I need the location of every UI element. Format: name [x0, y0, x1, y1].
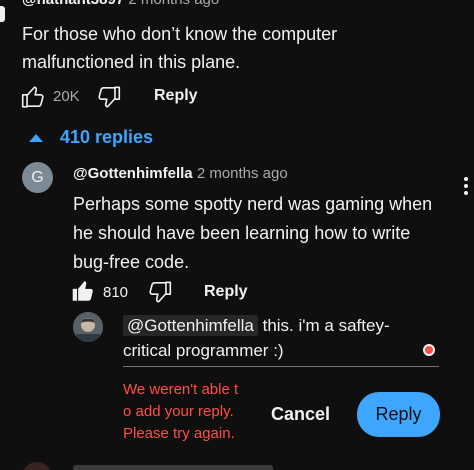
like-icon: [72, 281, 93, 301]
user-avatar-icon: [73, 312, 103, 342]
scroll-edge-marker: [0, 6, 5, 22]
avatar-letter: G: [31, 168, 44, 186]
reply-comment-time[interactable]: 2 months ago: [197, 165, 288, 182]
submit-reply-label: Reply: [375, 404, 422, 424]
reply-like-button[interactable]: [70, 278, 96, 304]
like-button[interactable]: [20, 84, 46, 110]
top-comment-reply-button[interactable]: Reply: [154, 87, 198, 105]
current-user-avatar: [73, 312, 103, 342]
replies-toggle[interactable]: 410 replies: [28, 127, 153, 148]
reply-comment-reply-button[interactable]: Reply: [204, 283, 248, 301]
reply-input-text-1: this. i'm a saftey-: [257, 316, 390, 335]
top-comment-author[interactable]: @hathant3897: [22, 0, 124, 8]
reply-comment-header: @Gottenhimfella 2 months ago: [73, 165, 288, 182]
next-comment-header: [73, 465, 273, 470]
top-comment-text: For those who don’t know the computer ma…: [22, 24, 338, 72]
reply-comment-text: Perhaps some spotty nerd was gaming when…: [73, 194, 433, 272]
top-comment-time[interactable]: 2 months ago: [128, 0, 219, 8]
top-comment-header: @hathant3897 2 months ago: [22, 0, 219, 8]
top-comment-like-count: 20K: [53, 88, 80, 105]
replies-count-label: 410 replies: [60, 127, 154, 147]
chevron-up-icon: [29, 133, 43, 142]
like-icon: [21, 86, 44, 108]
dislike-button[interactable]: [96, 84, 122, 110]
dislike-icon: [149, 281, 172, 303]
reply-comment-author[interactable]: @Gottenhimfella: [73, 165, 193, 182]
reply-dislike-button[interactable]: [147, 279, 173, 305]
cancel-button[interactable]: Cancel: [271, 404, 330, 425]
record-dot-icon: [423, 344, 435, 356]
reply-input[interactable]: @Gottenhimfella this. i'm a saftey- crit…: [123, 313, 433, 363]
submit-reply-button[interactable]: Reply: [357, 392, 440, 437]
reply-input-text-2: critical programmer :): [123, 341, 284, 360]
reply-error-message: We weren't able t o add your reply. Plea…: [123, 381, 239, 442]
mention-chip[interactable]: @Gottenhimfella: [123, 315, 258, 336]
reply-input-underline: [123, 366, 439, 367]
more-vert-icon[interactable]: [464, 177, 468, 198]
next-comment-avatar: [22, 462, 52, 470]
avatar[interactable]: G: [22, 162, 53, 193]
reply-comment-like-count: 810: [103, 284, 129, 301]
dislike-icon: [98, 86, 121, 108]
